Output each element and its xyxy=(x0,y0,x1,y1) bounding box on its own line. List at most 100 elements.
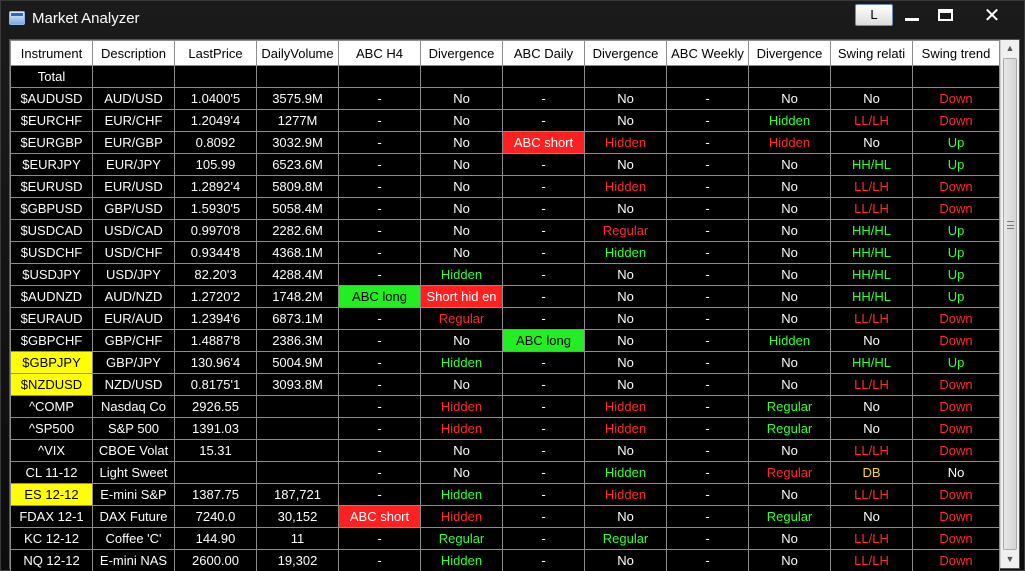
table-cell[interactable]: ABC short xyxy=(338,505,421,528)
table-cell[interactable]: 19,302 xyxy=(256,549,339,571)
table-cell[interactable]: Regular xyxy=(748,395,831,418)
table-cell[interactable]: 1277M xyxy=(256,109,339,132)
table-cell[interactable]: 2600.00 xyxy=(174,549,257,571)
table-cell[interactable]: 3093.8M xyxy=(256,373,339,396)
table-cell[interactable]: No xyxy=(830,505,913,528)
table-cell[interactable]: 6873.1M xyxy=(256,307,339,330)
table-cell[interactable]: - xyxy=(502,219,585,242)
scroll-down-icon[interactable]: ▼ xyxy=(1001,551,1019,568)
table-cell[interactable]: No xyxy=(420,153,503,176)
table-cell[interactable]: Hidden xyxy=(584,131,667,154)
table-cell[interactable]: - xyxy=(502,197,585,220)
table-row[interactable]: $EURGBP EUR/GBP 0.8092 3032.9M - No ABC short H… xyxy=(10,131,1000,154)
table-cell[interactable]: Up xyxy=(912,351,1000,374)
table-cell[interactable]: - xyxy=(338,549,421,571)
table-cell[interactable]: - xyxy=(502,351,585,374)
table-cell[interactable]: No xyxy=(748,373,831,396)
table-cell[interactable]: LL/LH xyxy=(830,109,913,132)
column-header[interactable]: LastPrice xyxy=(174,40,257,66)
table-cell[interactable]: HH/HL xyxy=(830,219,913,242)
table-cell[interactable]: No xyxy=(748,175,831,198)
table-row[interactable]: $USDJPY USD/JPY 82.20'3 4288.4M - Hidden - No - N… xyxy=(10,263,1000,286)
table-cell[interactable]: Down xyxy=(912,395,1000,418)
table-cell[interactable]: CBOE Volat xyxy=(92,439,175,462)
table-cell[interactable]: USD/JPY xyxy=(92,263,175,286)
table-cell[interactable]: DAX Future xyxy=(92,505,175,528)
table-cell[interactable]: No xyxy=(748,241,831,264)
table-cell[interactable] xyxy=(912,65,1000,88)
table-cell[interactable]: - xyxy=(666,373,749,396)
table-cell[interactable]: - xyxy=(502,527,585,550)
table-cell[interactable]: No xyxy=(748,483,831,506)
table-cell[interactable]: - xyxy=(502,109,585,132)
table-cell[interactable]: ES 12-12 xyxy=(10,483,93,506)
table-cell[interactable]: $AUDUSD xyxy=(10,87,93,110)
table-cell[interactable]: - xyxy=(338,329,421,352)
table-cell[interactable]: LL/LH xyxy=(830,549,913,571)
table-cell[interactable]: Up xyxy=(912,153,1000,176)
table-row[interactable]: $EURUSD EUR/USD 1.2892'4 5809.8M - No - Hidden -… xyxy=(10,175,1000,198)
table-cell[interactable]: Hidden xyxy=(420,351,503,374)
table-row[interactable]: $NZDUSD NZD/USD 0.8175'1 3093.8M - No - No - No LL… xyxy=(10,373,1000,396)
table-cell[interactable]: 1.2892'4 xyxy=(174,175,257,198)
table-cell[interactable]: $NZDUSD xyxy=(10,373,93,396)
table-cell[interactable]: - xyxy=(666,395,749,418)
table-cell[interactable]: - xyxy=(338,109,421,132)
table-cell[interactable]: - xyxy=(666,439,749,462)
table-cell[interactable] xyxy=(666,65,749,88)
table-cell[interactable]: No xyxy=(420,219,503,242)
table-cell[interactable]: - xyxy=(666,549,749,571)
table-cell[interactable]: No xyxy=(748,153,831,176)
table-cell[interactable]: 187,721 xyxy=(256,483,339,506)
table-cell[interactable] xyxy=(502,65,585,88)
table-cell[interactable]: 130.96'4 xyxy=(174,351,257,374)
table-cell[interactable]: Down xyxy=(912,197,1000,220)
table-cell[interactable]: Down xyxy=(912,109,1000,132)
table-cell[interactable]: Regular xyxy=(584,219,667,242)
table-cell[interactable]: Regular xyxy=(420,527,503,550)
table-cell[interactable]: No xyxy=(748,87,831,110)
table-cell[interactable]: 1.2394'6 xyxy=(174,307,257,330)
table-cell[interactable]: - xyxy=(338,153,421,176)
table-cell[interactable]: - xyxy=(666,109,749,132)
table-cell[interactable]: 0.8092 xyxy=(174,131,257,154)
table-cell[interactable]: No xyxy=(420,131,503,154)
table-cell[interactable]: $EURUSD xyxy=(10,175,93,198)
table-cell[interactable]: Down xyxy=(912,505,1000,528)
table-cell[interactable]: Down xyxy=(912,439,1000,462)
table-cell[interactable]: - xyxy=(666,285,749,308)
table-cell[interactable]: NZD/USD xyxy=(92,373,175,396)
table-row[interactable]: ^VIX CBOE Volat 15.31- No - No - No LL/LH Down xyxy=(10,439,1000,462)
table-cell[interactable]: - xyxy=(502,439,585,462)
table-cell[interactable]: $EURGBP xyxy=(10,131,93,154)
table-cell[interactable]: - xyxy=(502,153,585,176)
table-cell[interactable]: Hidden xyxy=(748,329,831,352)
table-cell[interactable]: $EURCHF xyxy=(10,109,93,132)
maximize-button[interactable] xyxy=(930,4,960,26)
table-cell[interactable]: USD/CHF xyxy=(92,241,175,264)
table-cell[interactable]: - xyxy=(502,263,585,286)
table-cell[interactable]: Down xyxy=(912,483,1000,506)
table-row[interactable]: $USDCHF USD/CHF 0.9344'8 4368.1M - No - Hidden -… xyxy=(10,241,1000,264)
table-cell[interactable]: ABC short xyxy=(502,131,585,154)
table-cell[interactable]: USD/CAD xyxy=(92,219,175,242)
table-cell[interactable]: LL/LH xyxy=(830,439,913,462)
column-header[interactable]: ABC H4 xyxy=(338,40,421,66)
table-cell[interactable]: No xyxy=(420,461,503,484)
table-row[interactable]: ^COMP Nasdaq Co 2926.55- Hidden - Hidden - Regu… xyxy=(10,395,1000,418)
table-cell[interactable]: 1.2720'2 xyxy=(174,285,257,308)
table-cell[interactable]: - xyxy=(502,285,585,308)
table-cell[interactable]: - xyxy=(338,219,421,242)
minimize-button[interactable] xyxy=(898,4,926,26)
table-cell[interactable]: No xyxy=(830,329,913,352)
table-cell[interactable]: DB xyxy=(830,461,913,484)
table-row[interactable]: FDAX 12-1 DAX Future 7240.0 30,152 ABC short… xyxy=(10,505,1000,528)
table-cell[interactable]: No xyxy=(748,219,831,242)
table-cell[interactable]: No xyxy=(830,395,913,418)
table-cell[interactable]: Hidden xyxy=(420,395,503,418)
table-cell[interactable]: Hidden xyxy=(420,417,503,440)
table-cell[interactable]: 15.31 xyxy=(174,439,257,462)
table-cell[interactable] xyxy=(420,65,503,88)
table-cell[interactable]: E-mini S&P xyxy=(92,483,175,506)
table-cell[interactable]: ^COMP xyxy=(10,395,93,418)
